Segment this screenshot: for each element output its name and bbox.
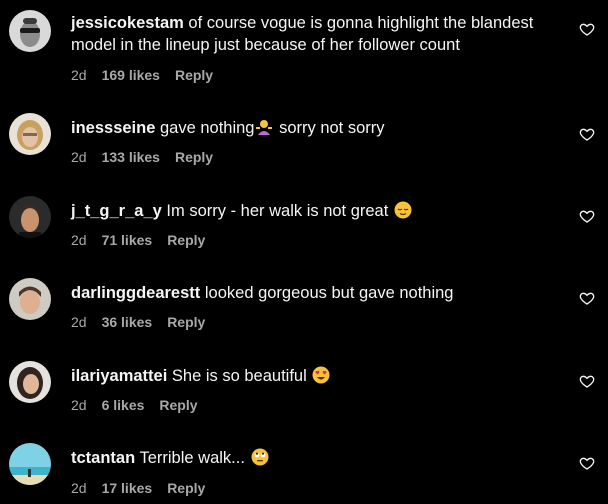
like-heart-icon[interactable] xyxy=(579,21,595,37)
comment-meta: 2d 36 likes Reply xyxy=(71,314,205,330)
like-heart-icon[interactable] xyxy=(579,373,595,389)
like-heart-icon[interactable] xyxy=(579,208,595,224)
relieved-face-emoji xyxy=(394,201,412,225)
reply-button[interactable]: Reply xyxy=(167,480,205,496)
comment-body: j_t_g_r_a_y Im sorry - her walk is not g… xyxy=(71,200,562,225)
comment-body: darlinggdearestt looked gorgeous but gav… xyxy=(71,282,562,304)
avatar-woman-blonde-icon xyxy=(9,113,51,155)
rolling-eyes-emoji xyxy=(251,448,269,472)
comment-likes[interactable]: 6 likes xyxy=(102,397,145,413)
avatar-sunglasses-icon xyxy=(9,10,51,52)
comment-meta: 2d 6 likes Reply xyxy=(71,397,198,413)
comment-text-after: sorry not sorry xyxy=(279,119,385,137)
reply-button[interactable]: Reply xyxy=(175,149,213,165)
avatar-beach-icon xyxy=(9,443,51,485)
like-heart-icon[interactable] xyxy=(579,126,595,142)
comment-username[interactable]: darlinggdearestt xyxy=(71,284,200,302)
comment-likes[interactable]: 133 likes xyxy=(102,149,160,165)
comment-likes[interactable]: 169 likes xyxy=(102,67,160,83)
comment-time: 2d xyxy=(71,314,87,330)
comment-time: 2d xyxy=(71,67,87,83)
comment-body: ilariyamattei She is so beautiful xyxy=(71,365,562,390)
avatar-man-light-icon xyxy=(9,278,51,320)
reply-button[interactable]: Reply xyxy=(159,397,197,413)
reply-button[interactable]: Reply xyxy=(167,314,205,330)
comment-body: inessseine gave nothing sorry not sorry xyxy=(71,117,562,142)
comment-text: looked gorgeous but gave nothing xyxy=(204,284,454,302)
comment-meta: 2d 71 likes Reply xyxy=(71,232,205,248)
comment-username[interactable]: jessicokestam xyxy=(71,14,184,32)
reply-button[interactable]: Reply xyxy=(175,67,213,83)
comment-likes[interactable]: 36 likes xyxy=(102,314,153,330)
comment-time: 2d xyxy=(71,232,87,248)
avatar[interactable] xyxy=(9,10,51,52)
comment-time: 2d xyxy=(71,397,87,413)
comment-likes[interactable]: 71 likes xyxy=(102,232,153,248)
comment-text: gave nothing xyxy=(159,119,255,137)
comment-username[interactable]: ilariyamattei xyxy=(71,367,167,385)
comment-meta: 2d 169 likes Reply xyxy=(71,67,213,83)
comment-username[interactable]: j_t_g_r_a_y xyxy=(71,202,162,220)
person-shrugging-emoji xyxy=(255,118,273,142)
like-heart-icon[interactable] xyxy=(579,290,595,306)
comment-body: jessicokestam of course vogue is gonna h… xyxy=(71,12,562,56)
comment-time: 2d xyxy=(71,149,87,165)
comment-meta: 2d 133 likes Reply xyxy=(71,149,213,165)
comment-username[interactable]: inessseine xyxy=(71,119,155,137)
comment-likes[interactable]: 17 likes xyxy=(102,480,153,496)
comment-meta: 2d 17 likes Reply xyxy=(71,480,205,496)
comment-time: 2d xyxy=(71,480,87,496)
avatar[interactable] xyxy=(9,443,51,485)
comment-text: Terrible walk... xyxy=(139,449,245,467)
comment-username[interactable]: tctantan xyxy=(71,449,135,467)
avatar[interactable] xyxy=(9,113,51,155)
comment-text: She is so beautiful xyxy=(171,367,307,385)
avatar[interactable] xyxy=(9,361,51,403)
like-heart-icon[interactable] xyxy=(579,455,595,471)
avatar-woman-dark-hair-icon xyxy=(9,361,51,403)
comment-text: Im sorry - her walk is not great xyxy=(166,202,389,220)
heart-eyes-emoji xyxy=(312,366,330,390)
avatar[interactable] xyxy=(9,196,51,238)
reply-button[interactable]: Reply xyxy=(167,232,205,248)
avatar[interactable] xyxy=(9,278,51,320)
avatar-man-icon xyxy=(9,196,51,238)
comment-body: tctantan Terrible walk... xyxy=(71,447,562,472)
